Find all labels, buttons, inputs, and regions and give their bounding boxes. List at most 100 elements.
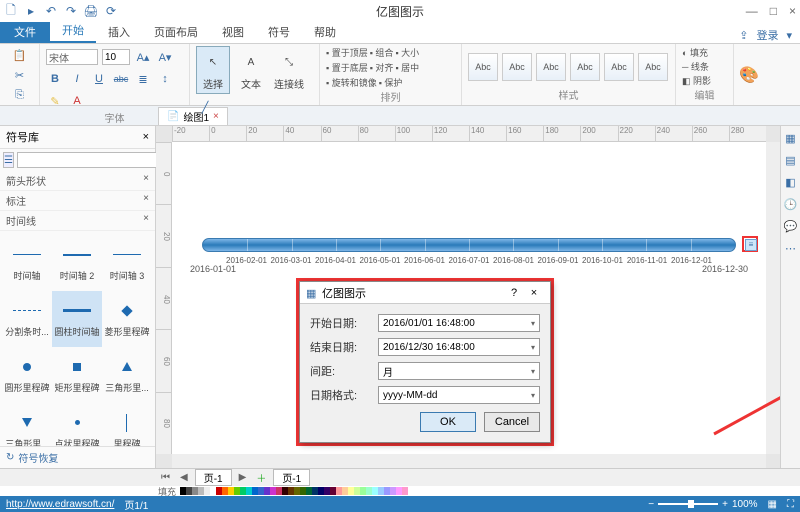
dialog-help-icon[interactable]: ? <box>504 287 524 299</box>
tab-insert[interactable]: 插入 <box>96 21 142 43</box>
shape-item[interactable]: 三角形里... <box>2 403 52 446</box>
sidebar-footer[interactable]: ↻符号恢复 <box>0 446 155 468</box>
page-add-icon[interactable]: ＋ <box>253 470 269 485</box>
end-date-input[interactable]: 2016/12/30 16:48:00▾ <box>378 338 540 356</box>
cut-icon[interactable]: ✂ <box>11 66 29 84</box>
shape-item[interactable]: 里程碑 <box>102 403 152 446</box>
tab-symbols[interactable]: 符号 <box>256 21 302 43</box>
prop-icon[interactable]: ▦ <box>784 132 798 146</box>
file-tab[interactable]: 文件 <box>0 21 50 43</box>
refresh-icon[interactable]: ⟳ <box>104 4 118 18</box>
zoom-control[interactable]: − + 100% <box>648 499 757 510</box>
text-tool[interactable]: A文本 <box>234 49 268 91</box>
rotate-button[interactable]: ▪ 旋转和镜像 <box>326 76 377 89</box>
dialog-close-icon[interactable]: × <box>524 287 544 299</box>
scrollbar-vertical[interactable] <box>766 142 780 454</box>
scrollbar-horizontal[interactable] <box>172 454 766 468</box>
zoom-slider[interactable] <box>658 503 718 505</box>
underline-button[interactable]: U <box>90 70 108 88</box>
style-gallery[interactable]: Abc Abc Abc Abc Abc Abc <box>468 53 668 81</box>
print-icon[interactable]: 🖨 <box>84 4 98 18</box>
tab-home[interactable]: 开始 <box>50 19 96 43</box>
chat-icon[interactable]: 💬 <box>784 220 798 234</box>
category-callouts[interactable]: 标注× <box>0 191 155 211</box>
play-icon[interactable]: ▸ <box>24 4 38 18</box>
help-icon[interactable]: ⋯ <box>784 242 798 256</box>
redo-icon[interactable]: ↷ <box>64 4 78 18</box>
status-url[interactable]: http://www.edrawsoft.cn/ <box>6 499 114 510</box>
zoom-in-icon[interactable]: + <box>722 499 728 510</box>
shape-item[interactable]: 圆形里程碑 <box>2 347 52 403</box>
themes-icon[interactable]: 🎨 <box>740 66 758 84</box>
line-button[interactable]: ─ 线条 <box>682 60 709 73</box>
shape-item-selected[interactable]: 圆柱时间轴 <box>52 291 102 347</box>
style-preset[interactable]: Abc <box>502 53 532 81</box>
undo-icon[interactable]: ↶ <box>44 4 58 18</box>
zoom-out-icon[interactable]: − <box>648 499 654 510</box>
send-back-button[interactable]: ▪ 置于底层 <box>326 61 368 74</box>
timeline-action-handle[interactable]: ≡ <box>742 236 758 252</box>
sidebar-close-icon[interactable]: × <box>143 131 149 143</box>
shape-item[interactable]: 分割条时... <box>2 291 52 347</box>
page-tab[interactable]: 页-1 <box>195 469 232 486</box>
library-menu-icon[interactable]: ☰ <box>3 152 14 168</box>
share-icon[interactable]: ⇪ <box>739 29 748 42</box>
paste-icon[interactable]: 📋 <box>11 46 29 64</box>
login-dropdown-icon[interactable]: ▾ <box>786 29 792 42</box>
font-size-select[interactable] <box>102 49 130 65</box>
shape-item[interactable]: 矩形里程碑 <box>52 347 102 403</box>
select-tool[interactable]: ↖选择 <box>196 46 230 94</box>
font-family-select[interactable] <box>46 49 98 65</box>
center-button[interactable]: ▪ 居中 <box>395 61 419 74</box>
shape-item[interactable]: 时间轴 3 <box>102 235 152 291</box>
page-first-icon[interactable]: ⏮ <box>158 472 173 483</box>
comment-icon[interactable]: 🕒 <box>784 198 798 212</box>
style-preset[interactable]: Abc <box>604 53 634 81</box>
bullets-icon[interactable]: ≣ <box>134 70 152 88</box>
new-icon[interactable]: 🗋 <box>4 4 18 18</box>
decrease-font-icon[interactable]: A▾ <box>156 48 174 66</box>
size-button[interactable]: ▪ 大小 <box>395 46 419 59</box>
layer-icon[interactable]: ▤ <box>784 154 798 168</box>
close-button[interactable]: × <box>789 4 796 18</box>
copy-icon[interactable]: ⎘ <box>11 86 29 104</box>
minimize-button[interactable]: — <box>746 4 758 18</box>
shape-item[interactable]: 时间轴 2 <box>52 235 102 291</box>
spacing-icon[interactable]: ↕ <box>156 70 174 88</box>
timeline-shape[interactable]: 2016-02-012016-03-012016-04-012016-05-01… <box>202 238 736 266</box>
align-button[interactable]: ▪ 对齐 <box>370 61 394 74</box>
fit-icon[interactable]: ⛶ <box>787 499 794 510</box>
cancel-button[interactable]: Cancel <box>484 412 540 432</box>
highlight-icon[interactable]: ✎ <box>46 92 64 110</box>
view-mode-icon[interactable]: ▦ <box>768 499 777 510</box>
fill-button[interactable]: ◐ 填充 <box>682 46 708 59</box>
bring-front-button[interactable]: ▪ 置于顶层 <box>326 46 368 59</box>
shadow-button[interactable]: ◧ 阴影 <box>682 74 711 87</box>
page-prev-icon[interactable]: ◀ <box>177 472 191 483</box>
shape-item[interactable]: 点状里程碑 <box>52 403 102 446</box>
page-tab[interactable]: 页-1 <box>273 469 310 486</box>
category-timeline[interactable]: 时间线× <box>0 211 155 231</box>
interval-select[interactable]: 月▾ <box>378 362 540 380</box>
font-color-icon[interactable]: A <box>68 92 86 110</box>
theme-icon[interactable]: ◧ <box>784 176 798 190</box>
style-preset[interactable]: Abc <box>536 53 566 81</box>
style-preset[interactable]: Abc <box>570 53 600 81</box>
tab-view[interactable]: 视图 <box>210 21 256 43</box>
connector-tool[interactable]: ⤡连接线 <box>272 49 306 91</box>
color-swatch[interactable] <box>402 487 408 495</box>
style-preset[interactable]: Abc <box>468 53 498 81</box>
style-preset[interactable]: Abc <box>638 53 668 81</box>
search-input[interactable] <box>17 152 157 168</box>
ok-button[interactable]: OK <box>420 412 476 432</box>
page-next-icon[interactable]: ▶ <box>236 472 250 483</box>
login-link[interactable]: 登录 <box>756 27 778 43</box>
tab-help[interactable]: 帮助 <box>302 21 348 43</box>
shape-item[interactable]: 菱形里程碑 <box>102 291 152 347</box>
shape-item[interactable]: 三角形里... <box>102 347 152 403</box>
category-arrows[interactable]: 箭头形状× <box>0 171 155 191</box>
format-select[interactable]: yyyy-MM-dd▾ <box>378 386 540 404</box>
shape-item[interactable]: 时间轴 <box>2 235 52 291</box>
protect-button[interactable]: ▪ 保护 <box>379 76 403 89</box>
strike-button[interactable]: abc <box>112 70 130 88</box>
